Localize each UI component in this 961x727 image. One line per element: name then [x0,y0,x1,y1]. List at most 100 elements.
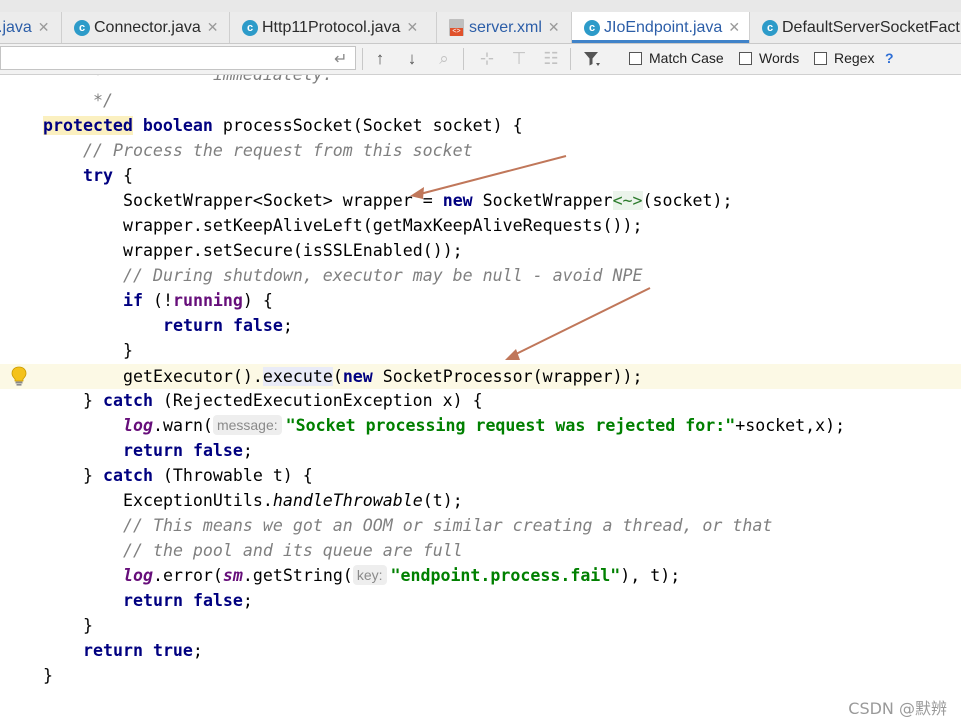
select-all-occurrences-button[interactable]: ☷ [539,47,563,71]
keyword: return [123,591,183,610]
previous-occurrence-button[interactable]: ↑ [368,47,392,71]
keyword: false [192,441,243,460]
code-line: wrapper.setSecure(isSSLEnabled()); [123,238,463,263]
arrow-up-icon: ↑ [375,49,385,68]
tab-label: Http11Protocol.java [262,18,401,36]
tab-connector[interactable]: c Connector.java ✕ [62,12,230,43]
code-text: +socket,x); [735,416,846,435]
code-text: .getString( [242,566,353,585]
comment: // Process the request from this socket [83,141,473,160]
code-text: ; [282,316,293,335]
code-line: // the pool and its queue are full [123,538,463,563]
breadcrumb-strip [0,0,961,12]
code-line: // During shutdown, executor may be null… [123,263,643,288]
keyword: catch [102,466,153,485]
code-text: SocketWrapper<Socket> wrapper = [123,191,443,210]
code-text: getExecutor(). [123,367,263,386]
arrow-down-icon: ↓ [407,49,417,68]
regex-help-link[interactable]: ? [885,50,894,66]
match-case-label: Match Case [649,50,724,66]
words-label: Words [759,50,800,66]
find-toolbar: ↵ ↑ ↓ ⌕ ⊹ ⊤ ☷ Match Case Words Regex ? [0,44,961,75]
code-line: } [43,663,53,688]
close-icon[interactable]: ✕ [406,19,418,36]
method-reference: execute [262,367,333,386]
code-text: } [83,466,103,485]
code-line: if (!running) { [123,288,273,313]
code-text: } [123,341,133,360]
checkbox-box[interactable] [739,51,752,65]
remove-occurrence-button[interactable]: ⊤ [507,47,531,71]
code-line: // Process the request from this socket [83,138,473,163]
code-text: ), t); [620,566,681,585]
field-reference: running [172,291,243,310]
tab-label: .java [0,18,32,36]
close-icon[interactable]: ✕ [728,19,740,36]
comment: // During shutdown, executor may be null… [123,266,643,285]
keyword: false [232,316,283,335]
tab-server-xml[interactable]: server.xml ✕ [437,12,572,43]
tab-java-partial[interactable]: .java ✕ [0,12,62,43]
code-line: return false; [163,313,293,338]
code-text: SocketProcessor(wrapper)); [372,367,643,386]
editor-gutter [0,75,36,727]
keyword: boolean [142,116,213,135]
match-case-checkbox[interactable]: Match Case [629,50,724,66]
checkbox-box[interactable] [814,51,827,65]
add-occurrence-button[interactable]: ⊹ [475,47,499,71]
code-text: SocketWrapper [472,191,613,210]
close-icon[interactable]: ✕ [38,19,50,36]
comment: */ [43,91,113,110]
checkbox-box[interactable] [629,51,642,65]
keyword: try [83,166,113,185]
code-line: getExecutor().execute(new SocketProcesso… [123,364,643,389]
code-text: (socket); [642,191,733,210]
divider [570,48,571,70]
code-text: ExceptionUtils. [123,491,273,510]
code-line: protected boolean processSocket(Socket s… [43,113,523,138]
search-input[interactable] [0,46,356,70]
code-text: ; [242,591,253,610]
words-checkbox[interactable]: Words [739,50,799,66]
keyword: return [83,641,143,660]
code-text: (! [142,291,173,310]
code-text: (Throwable t) { [152,466,313,485]
comment: // This means we got an OOM or similar c… [123,516,773,535]
folded-diamond[interactable]: <~> [612,191,643,210]
divider [362,48,363,70]
parameter-hint: message: [212,415,282,435]
field-reference: log [123,566,153,585]
regex-checkbox[interactable]: Regex [814,50,874,66]
class-icon: c [74,19,90,36]
tab-jioendpoint[interactable]: c JIoEndpoint.java ✕ [572,12,750,43]
code-line: log.error(sm.getString(key: "endpoint.pro… [123,563,680,588]
keyword: protected [43,116,133,135]
divider [463,48,464,70]
code-line: log.warn(message: "Socket processing requ… [123,413,845,438]
keyword: new [342,367,373,386]
class-icon: c [762,19,778,36]
find-all-button[interactable]: ⌕ [432,47,456,71]
lightbulb-icon[interactable] [10,366,28,386]
tab-label: Connector.java [94,18,201,36]
filter-button[interactable] [580,47,604,71]
code-line: * immediately. [43,75,333,87]
code-line: // This means we got an OOM or similar c… [123,513,772,538]
field-reference: sm [222,566,243,585]
code-text: } [83,616,93,635]
add-selection-icon: ⊹ [479,49,495,68]
code-editor[interactable]: * immediately. */ protected boolean proc… [0,75,961,727]
next-occurrence-button[interactable]: ↓ [400,47,424,71]
code-line: return false; [123,588,253,613]
code-line: */ [43,88,113,113]
string-literal: "endpoint.process.fail" [390,566,621,585]
tab-http11protocol[interactable]: c Http11Protocol.java ✕ [230,12,437,43]
tab-defaultserversocketfactory[interactable]: c DefaultServerSocketFact [750,12,961,43]
editor-tab-bar: .java ✕ c Connector.java ✕ c Http11Proto… [0,12,961,44]
close-icon[interactable]: ✕ [548,19,560,36]
close-icon[interactable]: ✕ [207,19,219,36]
code-text: } [83,391,103,410]
keyword: false [192,591,243,610]
comment: // the pool and its queue are full [123,541,463,560]
code-text: wrapper.setSecure(isSSLEnabled()); [123,241,463,260]
